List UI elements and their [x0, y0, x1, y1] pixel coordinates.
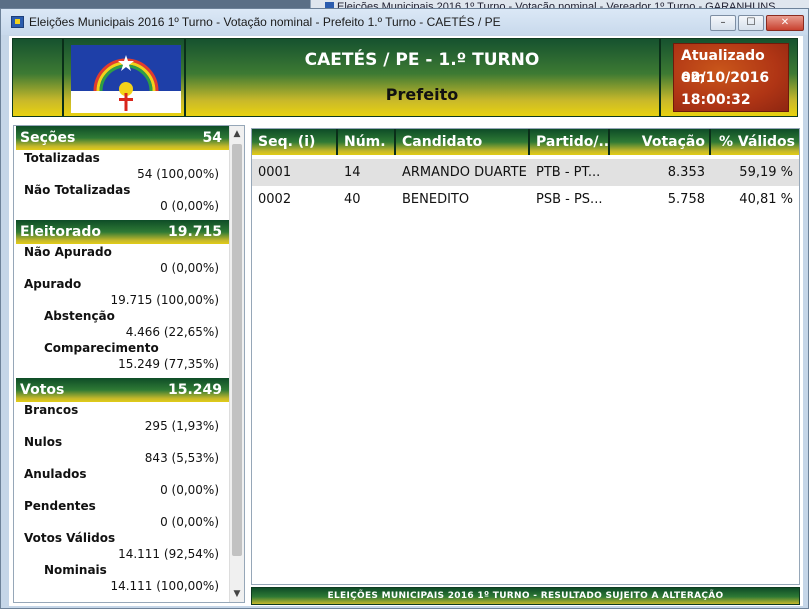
results-header: CAETÉS / PE - 1.º TURNO Prefeito Atualiz… — [12, 38, 798, 117]
cell-votes: 8.353 — [667, 165, 705, 180]
main-window: Eleições Municipais 2016 1º Turno - Vota… — [0, 8, 809, 609]
stat-label: Nulos — [24, 435, 63, 449]
stat-label: Anulados — [24, 467, 87, 481]
table-row[interactable]: 0001 14 ARMANDO DUARTE PTB - PT... 8.353… — [252, 159, 799, 186]
scroll-up-icon[interactable]: ▲ — [230, 126, 244, 142]
cell-party: PTB - PT... — [536, 165, 601, 180]
cell-seq: 0001 — [258, 165, 292, 180]
cell-votes: 5.758 — [667, 192, 705, 207]
page-title: CAETÉS / PE - 1.º TURNO — [304, 50, 540, 70]
section-header-secoes: Seções 54 — [16, 126, 229, 150]
column-header-candidate[interactable]: Candidato — [396, 129, 530, 155]
summary-scrollbar[interactable]: ▲ ▼ — [229, 126, 244, 602]
page-subtitle: Prefeito — [385, 85, 459, 104]
column-header-votes[interactable]: Votação — [610, 129, 711, 155]
stat-value: 843 (5,53%) — [144, 451, 219, 465]
stat-label: Brancos — [24, 403, 79, 417]
section-body-secoes: Totalizadas 54 (100,00%) Não Totalizadas… — [16, 150, 229, 214]
scroll-thumb[interactable] — [232, 144, 242, 556]
column-header-valid-pct[interactable]: % Válidos — [711, 129, 799, 155]
stat-label: Abstenção — [44, 309, 115, 323]
summary-panel[interactable]: Seções 54 Totalizadas 54 (100,00%) Não T… — [13, 125, 245, 603]
window-content: CAETÉS / PE - 1.º TURNO Prefeito Atualiz… — [9, 36, 803, 606]
window-title: Eleições Municipais 2016 1º Turno - Vota… — [29, 15, 501, 29]
cell-candidate: ARMANDO DUARTE — [402, 165, 527, 180]
maximize-button[interactable]: ☐ — [738, 15, 764, 31]
cell-seq: 0002 — [258, 192, 292, 207]
table-row[interactable]: 0002 40 BENEDITO PSB - PS... 5.758 40,81… — [252, 186, 799, 213]
minimize-button[interactable]: – — [710, 15, 736, 31]
stat-value: 4.466 (22,65%) — [125, 325, 219, 339]
stat-label: Não Totalizadas — [24, 183, 131, 197]
flag-frame — [62, 39, 186, 116]
stat-value: 14.111 (92,54%) — [118, 547, 219, 561]
stat-value: 0 (0,00%) — [160, 199, 219, 213]
summary-content: Seções 54 Totalizadas 54 (100,00%) Não T… — [16, 126, 229, 594]
cell-num: 40 — [344, 192, 361, 207]
column-header-num[interactable]: Núm. — [338, 129, 396, 155]
stat-value: 295 (1,93%) — [144, 419, 219, 433]
stat-value: 0 (0,00%) — [160, 515, 219, 529]
section-body-votos: Brancos 295 (1,93%) Nulos 843 (5,53%) An… — [16, 402, 229, 594]
cell-valid-pct: 59,19 % — [739, 165, 793, 180]
column-header-party[interactable]: Partido/... — [530, 129, 610, 155]
table-header: Seq. (i) Núm. Candidato Partido/... Vota… — [252, 129, 799, 155]
stat-label: Apurado — [24, 277, 82, 291]
app-icon — [11, 16, 24, 28]
results-table: Seq. (i) Núm. Candidato Partido/... Vota… — [251, 128, 800, 585]
status-footer: ELEIÇÕES MUNICIPAIS 2016 1º TURNO - RESU… — [251, 587, 800, 605]
stat-value: 14.111 (100,00%) — [110, 579, 219, 593]
stat-value: 0 (0,00%) — [160, 261, 219, 275]
cell-candidate: BENEDITO — [402, 192, 470, 207]
scroll-down-icon[interactable]: ▼ — [230, 586, 244, 602]
update-timestamp-box: Atualizado em 02/10/2016 18:00:32 — [673, 43, 789, 112]
stat-value: 54 (100,00%) — [137, 167, 219, 181]
stat-label: Votos Válidos — [24, 531, 116, 545]
title-box: CAETÉS / PE - 1.º TURNO Prefeito — [185, 39, 661, 116]
stat-label: Não Apurado — [24, 245, 112, 259]
title-bar[interactable]: Eleições Municipais 2016 1º Turno - Vota… — [1, 9, 808, 35]
updated-label: Atualizado em — [681, 48, 765, 86]
section-header-votos: Votos 15.249 — [16, 378, 229, 402]
stat-value: 15.249 (77,35%) — [118, 357, 219, 371]
section-body-eleitorado: Não Apurado 0 (0,00%) Apurado 19.715 (10… — [16, 244, 229, 372]
stat-label: Totalizadas — [24, 151, 100, 165]
cell-valid-pct: 40,81 % — [739, 192, 793, 207]
updated-date: 02/10/2016 — [681, 70, 770, 86]
close-button[interactable]: ✕ — [766, 15, 804, 31]
stat-label: Pendentes — [24, 499, 96, 513]
stat-value: 19.715 (100,00%) — [110, 293, 219, 307]
column-header-seq[interactable]: Seq. (i) — [252, 129, 338, 155]
cell-party: PSB - PS... — [536, 192, 603, 207]
pernambuco-flag-icon — [71, 45, 181, 113]
stat-label: Comparecimento — [44, 341, 159, 355]
section-header-eleitorado: Eleitorado 19.715 — [16, 220, 229, 244]
stat-value: 0 (0,00%) — [160, 483, 219, 497]
stat-label: Nominais — [44, 563, 107, 577]
updated-time: 18:00:32 — [681, 92, 751, 108]
cell-num: 14 — [344, 165, 361, 180]
